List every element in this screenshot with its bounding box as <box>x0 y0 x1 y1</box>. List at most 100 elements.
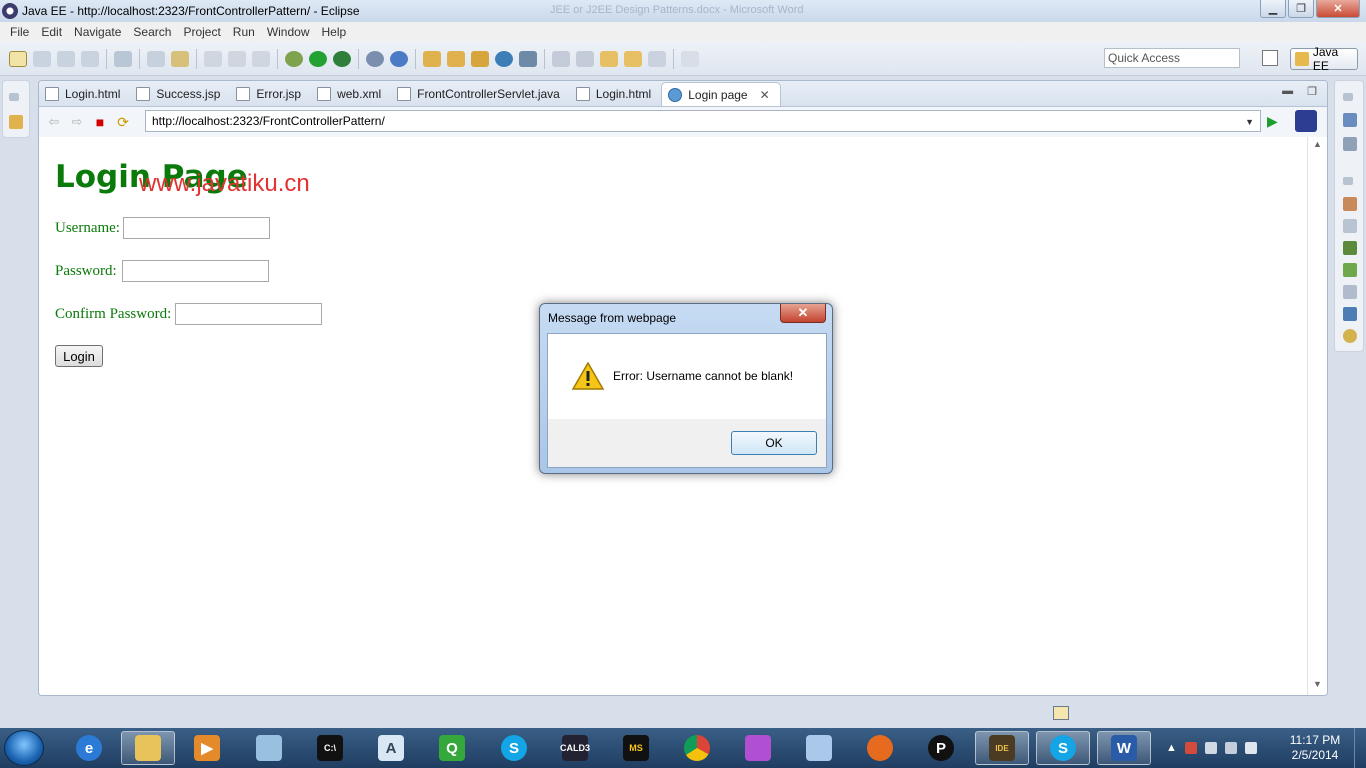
taskbar-skype[interactable]: S <box>487 731 541 765</box>
taskbar-notepad[interactable] <box>242 731 296 765</box>
scroll-down-icon[interactable]: ▼ <box>1313 679 1322 689</box>
show-hidden-icons-icon[interactable]: ▲ <box>1166 742 1177 754</box>
back-arrow-icon[interactable]: ⇦ <box>46 114 62 130</box>
menu-run[interactable]: Run <box>227 25 261 39</box>
forward-icon[interactable] <box>648 50 666 67</box>
taskbar-media-player[interactable]: ▶ <box>180 731 234 765</box>
step-over-icon[interactable] <box>171 50 189 67</box>
taskbar-pen-tool[interactable] <box>731 731 785 765</box>
taskbar-green-app[interactable]: Q <box>425 731 479 765</box>
login-button[interactable]: Login <box>55 345 103 367</box>
tab-error-jsp[interactable]: Error.jsp <box>230 82 311 106</box>
pin-editor-icon[interactable] <box>681 50 699 67</box>
taskbar-skype-running[interactable]: S <box>1036 731 1090 765</box>
stop-icon[interactable]: ■ <box>92 114 108 130</box>
menu-edit[interactable]: Edit <box>35 25 68 39</box>
print-icon[interactable] <box>81 50 99 67</box>
properties-icon[interactable] <box>1343 219 1357 233</box>
save-all-icon[interactable] <box>57 50 75 67</box>
open-resource-icon[interactable] <box>447 50 465 67</box>
terminate-icon[interactable] <box>252 50 270 67</box>
username-input[interactable] <box>123 217 270 239</box>
taskbar-ie[interactable]: e <box>62 731 116 765</box>
menu-search[interactable]: Search <box>127 25 177 39</box>
deploy-icon[interactable] <box>519 50 537 67</box>
browser-icon[interactable] <box>495 50 513 67</box>
search-icon[interactable] <box>471 50 489 67</box>
status-icon[interactable] <box>1053 706 1069 720</box>
maximize-editor-icon[interactable]: ❐ <box>1307 85 1317 98</box>
taskbar-word[interactable]: W <box>1097 731 1151 765</box>
open-type-icon[interactable] <box>423 50 441 67</box>
confirm-password-input[interactable] <box>175 303 322 325</box>
minimize-editor-icon[interactable]: ▬ <box>1282 85 1293 98</box>
vertical-scrollbar[interactable]: ▲ ▼ <box>1307 137 1327 695</box>
console-icon[interactable] <box>1343 307 1357 321</box>
back-icon[interactable] <box>624 50 642 67</box>
network-icon[interactable] <box>1224 742 1237 754</box>
menu-help[interactable]: Help <box>316 25 353 39</box>
eclipse-marketplace-icon[interactable] <box>1295 110 1317 132</box>
resume-icon[interactable] <box>204 50 222 67</box>
tab-web-xml[interactable]: web.xml <box>311 82 391 106</box>
taskbar-java-ee-ide[interactable]: IDE <box>975 731 1029 765</box>
last-edit-icon[interactable] <box>600 50 618 67</box>
taskbar-virtualbox[interactable] <box>792 731 846 765</box>
taskbar-clock[interactable]: 11:17 PM 2/5/2014 <box>1280 733 1350 763</box>
password-input[interactable] <box>122 260 269 282</box>
ok-button[interactable]: OK <box>731 431 817 455</box>
previous-annotation-icon[interactable] <box>576 50 594 67</box>
power-icon[interactable] <box>1204 742 1217 754</box>
taskbar-cmd[interactable]: C:\ <box>303 731 357 765</box>
dialog-close-button[interactable]: ✕ <box>780 304 826 323</box>
new-icon[interactable] <box>9 50 27 67</box>
tab-login-html[interactable]: Login.html <box>39 82 130 106</box>
open-perspective-icon[interactable] <box>1262 50 1278 66</box>
start-button[interactable] <box>4 730 44 766</box>
taskbar-firefox[interactable] <box>853 731 907 765</box>
java-ee-perspective-button[interactable]: Java EE <box>1290 45 1358 73</box>
taskbar-cald3[interactable]: CALD3 <box>548 731 602 765</box>
save-icon[interactable] <box>33 50 51 67</box>
data-source-icon[interactable] <box>1343 263 1357 277</box>
project-explorer-icon[interactable] <box>9 115 23 129</box>
step-icon[interactable] <box>147 50 165 67</box>
go-icon[interactable]: ▶ <box>1267 113 1278 130</box>
tab-login-page[interactable]: Login page ✕ <box>661 82 781 106</box>
close-button[interactable]: ✕ <box>1316 0 1360 18</box>
menu-file[interactable]: File <box>4 25 35 39</box>
quick-access-input[interactable]: Quick Access <box>1104 48 1240 68</box>
new-class-icon[interactable] <box>390 50 408 67</box>
suspend-icon[interactable] <box>228 50 246 67</box>
tab-front-controller-servlet[interactable]: FrontControllerServlet.java <box>391 82 570 106</box>
markers-icon[interactable] <box>1343 197 1357 211</box>
taskbar-p-app[interactable]: P <box>914 731 968 765</box>
new-server-icon[interactable] <box>366 50 384 67</box>
refresh-icon[interactable]: ⟳ <box>115 114 131 130</box>
url-input[interactable]: http://localhost:2323/FrontControllerPat… <box>145 110 1261 132</box>
maximize-button[interactable]: ❐ <box>1288 0 1314 18</box>
tab-login-html-2[interactable]: Login.html <box>570 82 661 106</box>
servers-icon[interactable] <box>1343 241 1357 255</box>
debug-icon[interactable] <box>285 50 303 67</box>
menu-project[interactable]: Project <box>177 25 226 39</box>
url-dropdown-icon[interactable]: ▼ <box>1245 117 1254 127</box>
tab-success-jsp[interactable]: Success.jsp <box>130 82 230 106</box>
volume-icon[interactable] <box>1244 742 1257 754</box>
run-icon[interactable] <box>309 50 327 67</box>
taskbar-chrome[interactable] <box>670 731 724 765</box>
forward-arrow-icon[interactable]: ⇨ <box>69 114 85 130</box>
menu-window[interactable]: Window <box>261 25 316 39</box>
action-center-icon[interactable] <box>1184 742 1197 754</box>
snippets-icon[interactable] <box>1343 285 1357 299</box>
taskbar-ms-tools[interactable]: MS <box>609 731 663 765</box>
menu-navigate[interactable]: Navigate <box>68 25 127 39</box>
taskbar-wordpad[interactable]: A <box>364 731 418 765</box>
restore-icon[interactable] <box>1343 177 1353 185</box>
taskbar-explorer[interactable] <box>121 731 175 765</box>
outline-icon[interactable] <box>1343 113 1357 127</box>
progress-icon[interactable] <box>1343 329 1357 343</box>
restore-icon[interactable] <box>1343 93 1353 101</box>
next-annotation-icon[interactable] <box>552 50 570 67</box>
skip-breakpoints-icon[interactable] <box>114 50 132 67</box>
